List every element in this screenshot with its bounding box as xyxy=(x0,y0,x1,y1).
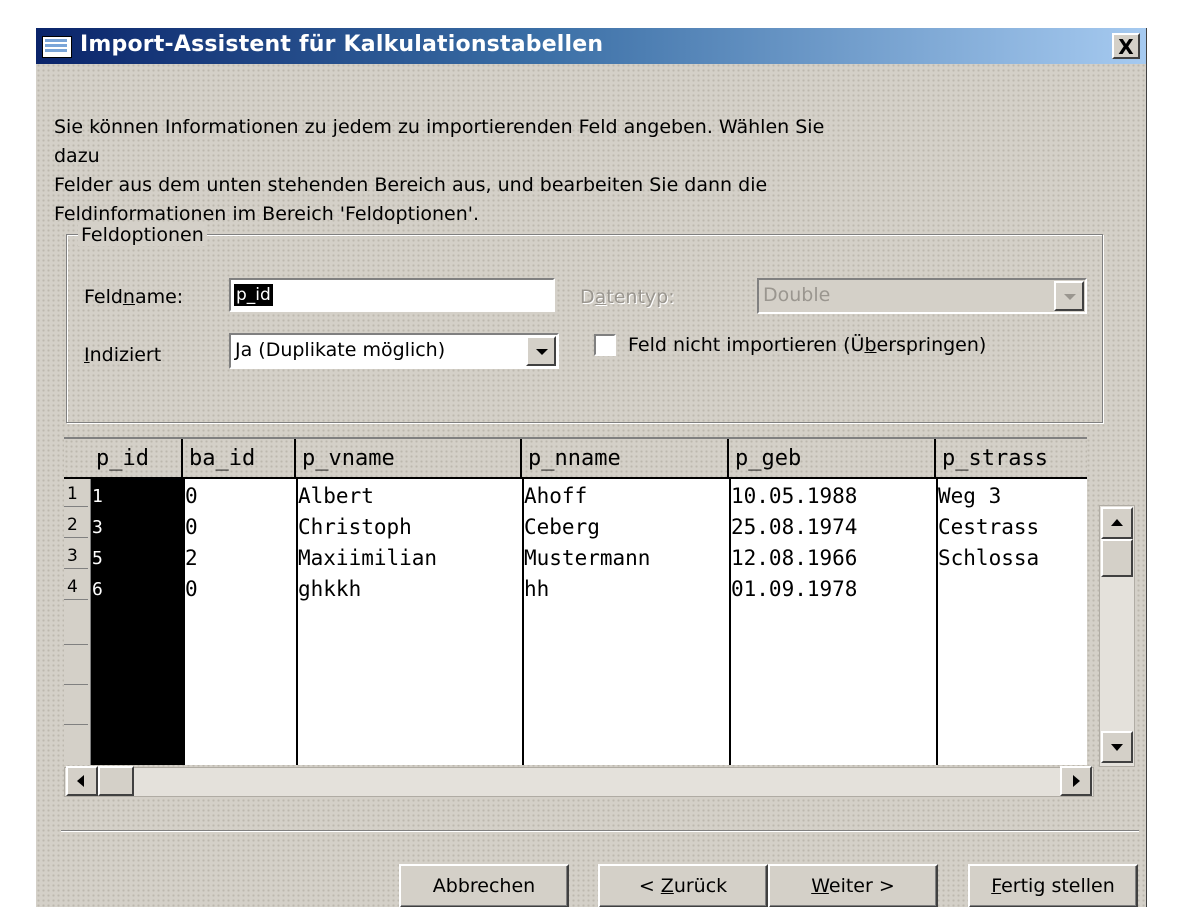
chevron-down-icon xyxy=(1054,281,1084,311)
grid-cell[interactable]: Mustermann xyxy=(524,543,650,574)
fieldname-label: Feldname: xyxy=(84,286,183,308)
back-label-accel: Z xyxy=(660,875,674,897)
intro-line-1: Sie können Informationen zu jedem zu imp… xyxy=(54,116,825,167)
intro-line-2: Felder aus dem unten stehenden Bereich a… xyxy=(54,174,768,196)
grid-cell[interactable]: Ceberg xyxy=(524,512,600,543)
scroll-left-icon[interactable] xyxy=(66,766,98,796)
datatype-select: Double xyxy=(757,278,1087,314)
title-bar[interactable]: Import-Assistent für Kalkulationstabelle… xyxy=(36,28,1146,64)
finish-button[interactable]: Fertig stellen xyxy=(968,864,1138,907)
grid-cell[interactable]: 6 xyxy=(92,574,103,605)
fieldname-input[interactable]: p_id xyxy=(229,278,555,312)
column-header-ba-id[interactable]: ba_id xyxy=(183,439,296,477)
row-number[interactable]: 3 xyxy=(64,543,88,569)
datatype-label: Datentyp: xyxy=(580,286,675,308)
grid-cell[interactable]: ghkkh xyxy=(298,574,361,605)
grid-cell[interactable]: 5 xyxy=(92,543,103,574)
grid-cell[interactable]: Weg 3 xyxy=(938,481,1001,512)
table-icon xyxy=(42,36,72,58)
back-label-post: urück xyxy=(673,875,728,897)
horizontal-scrollbar[interactable] xyxy=(64,766,1094,797)
skip-field-label[interactable]: Feld nicht importieren (Überspringen) xyxy=(628,334,986,356)
row-number-empty xyxy=(64,605,88,645)
grid-cell[interactable]: Ahoff xyxy=(524,481,587,512)
field-options-legend: Feldoptionen xyxy=(78,224,207,246)
skip-field-checkbox[interactable] xyxy=(594,334,616,356)
grid-cell[interactable]: 0 xyxy=(185,512,198,543)
scroll-right-icon[interactable] xyxy=(1060,766,1092,796)
grid-cell[interactable]: 01.09.1978 xyxy=(731,574,857,605)
datatype-label-accel: a xyxy=(594,286,607,308)
import-wizard-window: Import-Assistent für Kalkulationstabelle… xyxy=(35,28,1147,907)
back-button[interactable]: < Zurück xyxy=(598,864,768,907)
grid-cell[interactable]: Albert xyxy=(298,481,374,512)
next-label-post: eiter > xyxy=(828,875,895,897)
grid-cell[interactable]: 0 xyxy=(185,481,198,512)
cancel-button-label: Abbrechen xyxy=(432,875,536,897)
column-header-p-id[interactable]: p_id xyxy=(90,439,183,477)
finish-label-accel: F xyxy=(991,875,1002,897)
intro-text: Sie können Informationen zu jedem zu imp… xyxy=(54,113,874,229)
grid-cell[interactable]: hh xyxy=(524,574,549,605)
vertical-scrollbar[interactable] xyxy=(1099,505,1135,767)
selected-column-highlight[interactable] xyxy=(91,479,183,765)
grid-cell[interactable]: Maxiimilian xyxy=(298,543,437,574)
grid-cell[interactable]: 2 xyxy=(185,543,198,574)
grid-cell[interactable]: 12.08.1966 xyxy=(731,543,857,574)
row-number-empty xyxy=(64,645,88,685)
row-number-column: 1 2 3 4 xyxy=(64,479,91,765)
close-button[interactable]: X xyxy=(1112,33,1140,59)
cancel-button[interactable]: Abbrechen xyxy=(399,864,569,907)
horizontal-scroll-thumb[interactable] xyxy=(98,766,134,796)
datatype-label-post: tentyp: xyxy=(606,286,675,308)
grid-header: p_id ba_id p_vname p_nname p_geb p_stras… xyxy=(64,439,1087,479)
fieldname-label-post: ame: xyxy=(134,286,184,308)
grid-cell[interactable]: 25.08.1974 xyxy=(731,512,857,543)
grid-cell[interactable]: 0 xyxy=(185,574,198,605)
row-number[interactable]: 1 xyxy=(64,481,88,507)
indexed-select[interactable]: Ja (Duplikate möglich) xyxy=(229,333,559,369)
back-label-pre: < xyxy=(638,875,661,897)
grid-cell[interactable]: 1 xyxy=(92,481,103,512)
grid-cell[interactable]: Schlossa xyxy=(938,543,1039,574)
indexed-label-post: ndiziert xyxy=(89,344,162,366)
row-number[interactable]: 2 xyxy=(64,512,88,538)
indexed-label: Indiziert xyxy=(84,344,161,366)
data-preview-grid[interactable]: p_id ba_id p_vname p_nname p_geb p_stras… xyxy=(64,437,1087,765)
fieldname-label-accel: n xyxy=(122,286,135,308)
grid-cell[interactable]: 3 xyxy=(92,512,103,543)
column-header-p-strass[interactable]: p_strass xyxy=(936,439,1087,477)
scroll-up-icon[interactable] xyxy=(1101,507,1133,539)
vertical-scroll-thumb[interactable] xyxy=(1101,539,1133,577)
column-header-p-nname[interactable]: p_nname xyxy=(522,439,729,477)
field-options-group xyxy=(66,234,1103,423)
finish-label-post: ertig stellen xyxy=(1001,875,1115,897)
button-separator xyxy=(61,830,1139,832)
datatype-value: Double xyxy=(763,284,831,306)
datatype-label-pre: D xyxy=(580,286,595,308)
chevron-down-icon[interactable] xyxy=(526,336,556,366)
scroll-down-icon[interactable] xyxy=(1101,731,1133,763)
row-number[interactable]: 4 xyxy=(64,574,88,600)
next-label-accel: W xyxy=(811,875,829,897)
fieldname-value: p_id xyxy=(234,284,273,306)
column-header-p-vname[interactable]: p_vname xyxy=(296,439,522,477)
grid-cell[interactable]: 10.05.1988 xyxy=(731,481,857,512)
skip-label-post: erspringen) xyxy=(876,334,987,356)
skip-label-pre: Feld nicht importieren (Ü xyxy=(628,334,865,356)
skip-label-accel: b xyxy=(864,334,877,356)
column-header-p-geb[interactable]: p_geb xyxy=(729,439,936,477)
grid-cell[interactable]: Cestrass xyxy=(938,512,1039,543)
grid-cell[interactable]: Christoph xyxy=(298,512,412,543)
next-button[interactable]: Weiter > xyxy=(768,864,938,907)
window-title: Import-Assistent für Kalkulationstabelle… xyxy=(80,32,604,57)
indexed-value: Ja (Duplikate möglich) xyxy=(235,339,446,361)
row-number-empty xyxy=(64,685,88,725)
fieldname-label-pre: Feld xyxy=(84,286,123,308)
